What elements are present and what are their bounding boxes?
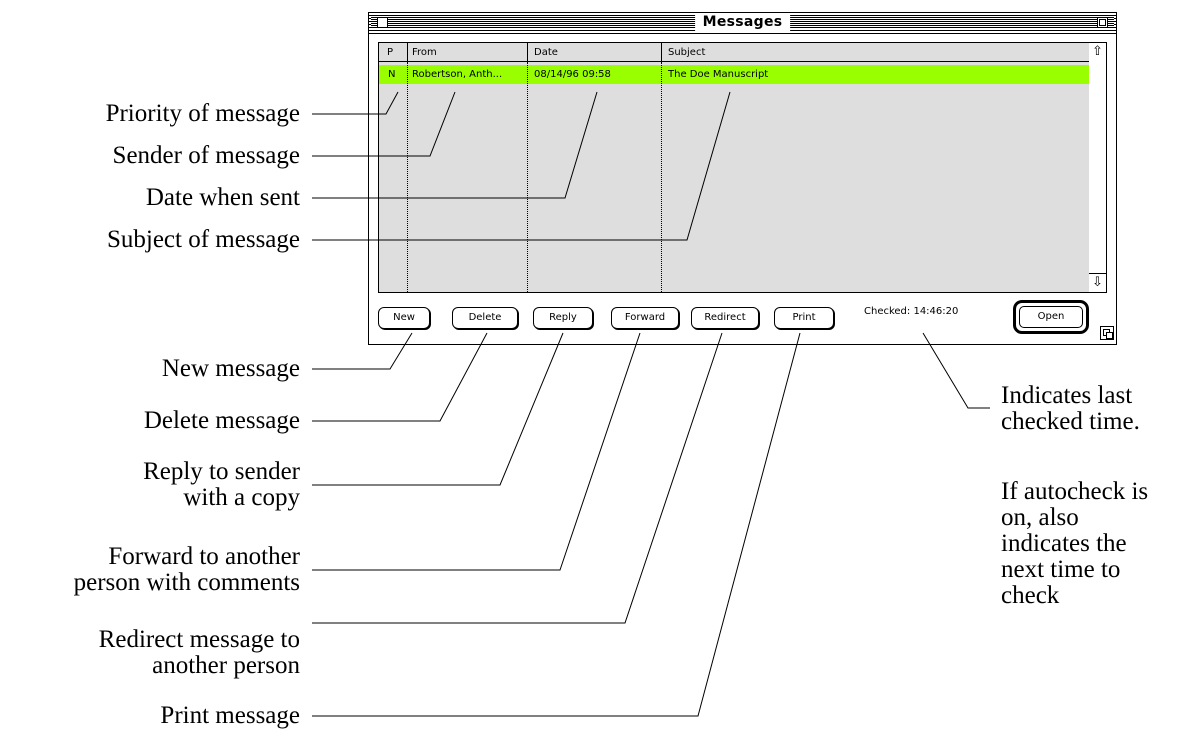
label-redirect-line1: Redirect message to <box>98 626 300 653</box>
column-header: P From Date Subject <box>379 43 1089 62</box>
label-forward-line2: person with comments <box>73 569 300 596</box>
callout-line-print <box>312 332 801 717</box>
label-checked-line1: Indicates last <box>1001 382 1133 409</box>
message-list[interactable]: P From Date Subject N Robertson, Anth...… <box>378 42 1090 293</box>
message-subject: The Doe Manuscript <box>668 69 769 80</box>
label-subject: Subject of message <box>106 226 300 253</box>
messages-window: Messages P From Date Subject N Robertson… <box>368 12 1117 345</box>
label-autocheck-line3: indicates the <box>1001 530 1127 557</box>
window-title: Messages <box>694 14 791 31</box>
label-reply-line1: Reply to sender <box>143 458 300 485</box>
label-autocheck-line4: next time to <box>1001 556 1121 583</box>
title-bar[interactable]: Messages <box>369 13 1116 34</box>
label-autocheck-line5: check <box>1001 582 1060 609</box>
scroll-up-arrow-icon[interactable]: ⇧ <box>1089 43 1106 61</box>
print-button[interactable]: Print <box>774 307 834 329</box>
label-date: Date when sent <box>145 184 300 211</box>
label-checked-line2: checked time. <box>1001 408 1140 435</box>
label-autocheck-line1: If autocheck is <box>1001 478 1149 505</box>
label-new: New message <box>161 355 300 382</box>
delete-button[interactable]: Delete <box>452 307 518 329</box>
grow-box-icon[interactable] <box>1100 326 1114 340</box>
label-print: Print message <box>160 702 300 729</box>
label-delete: Delete message <box>143 407 300 434</box>
new-button[interactable]: New <box>378 307 430 329</box>
column-header-priority[interactable]: P <box>387 43 393 62</box>
label-redirect-line2: another person <box>152 652 300 679</box>
redirect-button[interactable]: Redirect <box>691 307 759 329</box>
label-priority: Priority of message <box>105 100 300 127</box>
message-date: 08/14/96 09:58 <box>534 69 611 80</box>
label-reply-line2: with a copy <box>183 484 300 511</box>
message-priority: N <box>388 69 396 80</box>
close-box-icon[interactable] <box>377 17 388 28</box>
forward-button[interactable]: Forward <box>611 307 679 329</box>
column-header-subject[interactable]: Subject <box>668 43 705 62</box>
vertical-scrollbar[interactable]: ⇧ ⇩ <box>1089 42 1107 293</box>
open-button[interactable]: Open <box>1013 300 1089 334</box>
callout-line-reply <box>312 332 564 486</box>
label-autocheck-line2: on, also <box>1001 504 1079 531</box>
callout-line-delete <box>312 332 488 422</box>
zoom-box-icon[interactable] <box>1097 17 1108 28</box>
reply-button[interactable]: Reply <box>533 307 593 329</box>
label-forward-line1: Forward to another <box>108 543 300 570</box>
callout-line-redirect <box>312 332 723 624</box>
message-row[interactable]: N Robertson, Anth... 08/14/96 09:58 The … <box>379 65 1089 84</box>
label-sender: Sender of message <box>112 142 300 169</box>
open-button-label: Open <box>1019 306 1083 328</box>
message-sender: Robertson, Anth... <box>412 69 503 80</box>
column-header-from[interactable]: From <box>412 43 437 62</box>
scroll-down-arrow-icon[interactable]: ⇩ <box>1089 273 1106 292</box>
callout-line-forward <box>312 332 641 571</box>
column-header-date[interactable]: Date <box>534 43 558 62</box>
last-checked-time: Checked: 14:46:20 <box>864 306 959 317</box>
